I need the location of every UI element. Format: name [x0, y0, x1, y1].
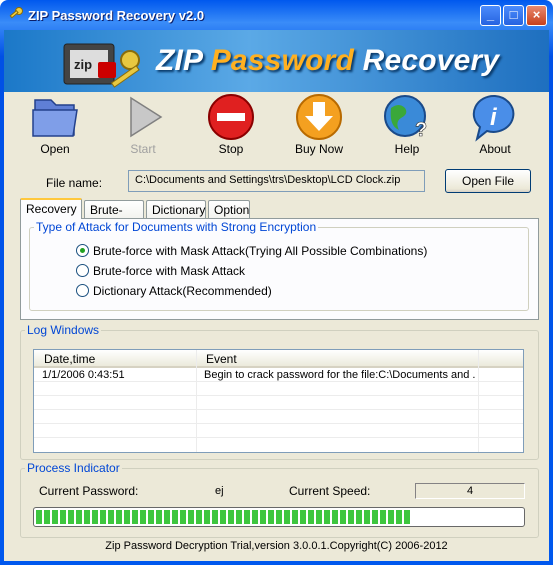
about-button[interactable]: i About — [460, 92, 530, 156]
attack-type-group: Type of Attack for Documents with Strong… — [29, 220, 529, 311]
table-row-empty — [34, 410, 523, 424]
table-row-empty — [34, 396, 523, 410]
radio-dictionary[interactable]: Dictionary Attack(Recommended) — [76, 284, 272, 298]
banner-title-part1: ZIP — [156, 44, 203, 77]
banner-title-part3: Recovery — [362, 44, 500, 77]
about-label: About — [479, 142, 511, 156]
stop-icon — [208, 94, 254, 140]
start-button[interactable]: Start — [108, 92, 178, 156]
banner-title: ZIP Password Recovery — [156, 44, 499, 78]
tab-recovery[interactable]: Recovery — [20, 198, 82, 219]
title-bar[interactable]: ZIP Password Recovery v2.0 _ □ × — [4, 0, 549, 30]
help-globe-icon: ? — [384, 95, 428, 141]
process-title: Process Indicator — [25, 461, 122, 475]
radio-selected-icon — [76, 244, 89, 257]
banner-title-part2: Password — [210, 44, 355, 77]
column-header-datetime[interactable]: Date,time — [44, 352, 95, 366]
column-header-event[interactable]: Event — [206, 352, 237, 366]
maximize-icon: □ — [509, 7, 518, 22]
log-list[interactable]: Date,time Event 1/1/2006 0:43:51 Begin t… — [33, 349, 524, 453]
buy-now-label: Buy Now — [294, 142, 344, 156]
maximize-button[interactable]: □ — [503, 5, 524, 26]
process-group: Process Indicator Current Password: ej C… — [20, 461, 539, 538]
close-icon: × — [532, 7, 541, 22]
radio-label: Brute-force with Mask Attack — [93, 264, 246, 278]
tab-dictionary[interactable]: Dictionary — [146, 200, 206, 218]
banner: zip ZIP Password Recovery — [4, 30, 549, 92]
open-button[interactable]: Open — [20, 92, 90, 156]
tab-brute-force[interactable]: Brute-force — [84, 200, 144, 231]
toolbar: Open Start Stop Buy Now ? Help i About — [4, 92, 549, 164]
play-icon — [130, 96, 163, 138]
radio-brute-force-mask[interactable]: Brute-force with Mask Attack — [76, 264, 245, 278]
progress-bar — [33, 507, 525, 527]
download-arrow-icon — [296, 94, 342, 140]
current-speed-label: Current Speed: — [289, 484, 371, 498]
minimize-icon: _ — [486, 7, 495, 22]
file-name-label: File name: — [46, 176, 103, 190]
radio-label: Dictionary Attack(Recommended) — [93, 284, 272, 298]
table-row[interactable]: 1/1/2006 0:43:51 Begin to crack password… — [34, 368, 523, 382]
log-list-header: Date,time Event — [34, 350, 523, 368]
radio-brute-force-mask-all[interactable]: Brute-force with Mask Attack(Trying All … — [76, 244, 427, 258]
current-password-value: ej — [215, 485, 224, 497]
progress-fill — [36, 510, 411, 524]
file-row: File name: C:\Documents and Settings\trs… — [4, 169, 549, 196]
buy-now-button[interactable]: Buy Now — [284, 92, 354, 156]
zip-lock-logo-icon: zip — [63, 43, 140, 88]
close-button[interactable]: × — [526, 5, 547, 26]
current-speed-value: 4 — [415, 483, 525, 499]
client-area: zip ZIP Password Recovery Open Start Sto… — [4, 30, 549, 561]
open-file-button[interactable]: Open File — [445, 169, 531, 193]
stop-label: Stop — [218, 142, 244, 156]
radio-unselected-icon — [76, 264, 89, 277]
help-label: Help — [394, 142, 420, 156]
radio-unselected-icon — [76, 284, 89, 297]
stop-button[interactable]: Stop — [196, 92, 266, 156]
log-datetime: 1/1/2006 0:43:51 — [42, 369, 125, 381]
minimize-button[interactable]: _ — [480, 5, 501, 26]
current-password-label: Current Password: — [39, 484, 139, 498]
file-path-field[interactable]: C:\Documents and Settings\trs\Desktop\LC… — [128, 170, 425, 192]
folder-icon — [32, 99, 78, 137]
status-text: Zip Password Decryption Trial,version 3.… — [105, 540, 448, 552]
app-window: ZIP Password Recovery v2.0 _ □ × zip ZIP… — [0, 0, 553, 565]
key-icon — [9, 7, 23, 19]
table-row-empty — [34, 382, 523, 396]
svg-text:?: ? — [415, 119, 427, 141]
recovery-panel: Type of Attack for Documents with Strong… — [20, 218, 539, 320]
log-event: Begin to crack password for the file:C:\… — [204, 369, 476, 381]
table-row-empty — [34, 424, 523, 438]
window-title: ZIP Password Recovery v2.0 — [28, 8, 205, 23]
info-icon: i — [472, 94, 515, 142]
help-button[interactable]: ? Help — [372, 92, 442, 156]
log-group: Log Windows Date,time Event 1/1/2006 0:4… — [20, 323, 539, 460]
tab-option[interactable]: Option — [208, 200, 250, 218]
radio-label: Brute-force with Mask Attack(Trying All … — [93, 244, 428, 258]
start-label: Start — [130, 142, 156, 156]
attack-type-title: Type of Attack for Documents with Strong… — [34, 220, 319, 234]
log-title: Log Windows — [25, 323, 102, 337]
open-label: Open — [40, 142, 70, 156]
zip-logo-label: zip — [74, 57, 92, 72]
